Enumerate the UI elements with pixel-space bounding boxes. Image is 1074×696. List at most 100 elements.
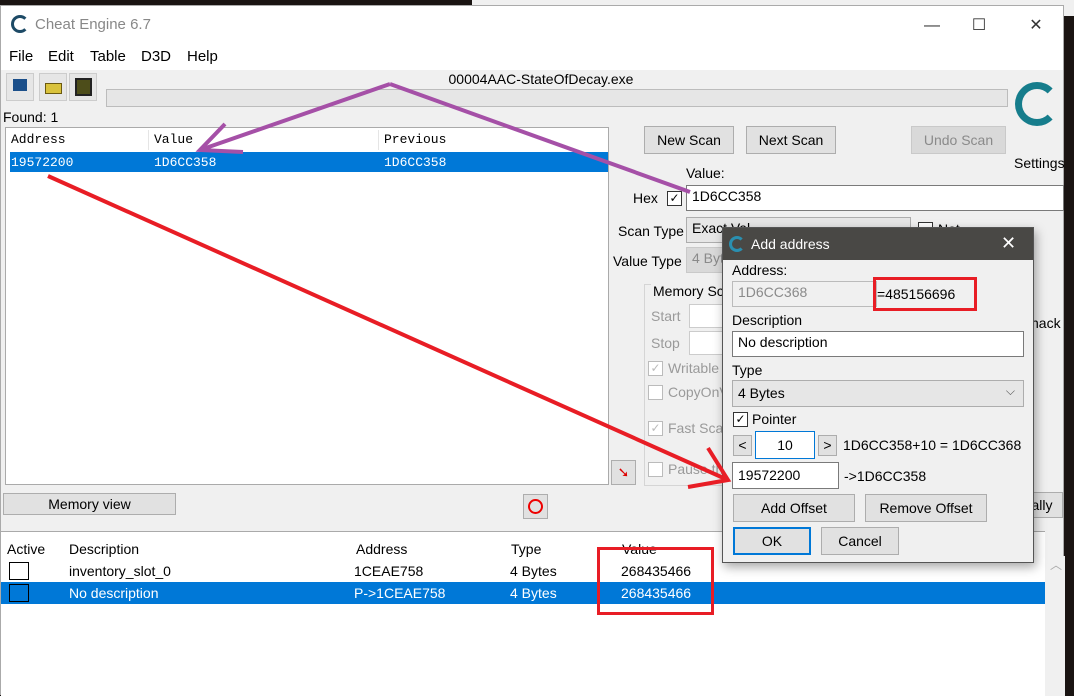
speedhack-label: hack [1031,315,1061,331]
value-label: Value: [686,165,725,181]
add-offset-button[interactable]: Add Offset [733,494,855,522]
process-name: 00004AAC-StateOfDecay.exe [448,71,634,87]
cheat-engine-logo-icon [11,15,29,33]
row-address: 1CEAE758 [354,563,424,579]
cheat-engine-gear-icon [1015,82,1059,126]
start-label: Start [651,308,681,324]
menu-edit[interactable]: Edit [48,48,74,65]
new-scan-button[interactable]: New Scan [644,126,734,154]
copyonwrite-checkbox[interactable] [648,385,663,400]
value-type-label: Value Type [613,253,682,269]
pause-label: Pause th [668,461,724,477]
dialog-close-icon[interactable]: ✕ [1001,233,1016,254]
title-bar: Cheat Engine 6.7 — ☐ ✕ [1,6,1063,44]
address-decimal-highlight [873,277,977,311]
column-divider [148,130,149,150]
row-description: inventory_slot_0 [69,563,171,579]
result-address: 19572200 [11,155,74,170]
address-label: Address: [732,262,788,278]
offset-input[interactable]: 10 [755,431,815,459]
dialog-title-bar: Add address ✕ [723,228,1033,260]
address-list-scrollbar[interactable]: ︿ [1045,556,1065,696]
base-address-input[interactable]: 19572200 [732,462,839,489]
ok-button[interactable]: OK [733,527,811,555]
chevron-down-icon: ⌵ [1005,384,1015,398]
column-header-previous[interactable]: Previous [384,132,446,147]
undo-scan-button[interactable]: Undo Scan [911,126,1006,154]
column-header-value[interactable]: Value [154,132,193,147]
type-select-value: 4 Bytes [738,385,785,401]
menu-d3d[interactable]: D3D [141,48,171,65]
stop-label: Stop [651,335,680,351]
memory-scan-label: Memory Sc [651,283,726,299]
pointer-label: Pointer [752,411,797,427]
row-type: 4 Bytes [510,585,557,601]
found-count: Found: 1 [3,109,59,125]
result-value: 1D6CC358 [154,155,217,170]
row-type: 4 Bytes [510,563,557,579]
writable-label: Writable [668,360,720,376]
copyonwrite-label: CopyOnV [668,384,729,400]
active-checkbox[interactable] [9,562,29,580]
window-title: Cheat Engine 6.7 [35,16,151,33]
open-file-icon [45,83,62,94]
open-file-button[interactable] [39,73,67,101]
column-header-type[interactable]: Type [511,541,541,557]
save-icon [75,78,92,96]
type-label: Type [732,362,763,378]
cancel-button[interactable]: Cancel [821,527,899,555]
menu-help[interactable]: Help [187,48,218,65]
base-address-resolves: ->1D6CC358 [844,468,927,484]
menu-file[interactable]: File [9,48,33,65]
column-header-active[interactable]: Active [7,541,45,557]
settings-logo-button[interactable] [1013,78,1061,130]
hex-label: Hex [633,190,658,206]
next-scan-button[interactable]: Next Scan [746,126,836,154]
maximize-button[interactable]: ☐ [956,11,1002,41]
offset-prev-button[interactable]: < [733,435,752,456]
hex-checkbox[interactable]: ✓ [667,191,682,206]
result-previous: 1D6CC358 [384,155,447,170]
address-input[interactable]: 1D6CC368 [732,281,877,307]
close-button[interactable]: ✕ [1013,11,1059,41]
minimize-button[interactable]: — [909,11,955,41]
remove-offset-button[interactable]: Remove Offset [865,494,987,522]
type-select[interactable]: 4 Bytes ⌵ [732,380,1024,407]
dialog-title: Add address [751,236,830,252]
save-button[interactable] [69,73,97,101]
clear-list-button[interactable] [523,494,548,519]
value-input[interactable]: 1D6CC358 [686,185,1064,211]
column-header-address[interactable]: Address [11,132,66,147]
column-header-address[interactable]: Address [356,541,407,557]
memory-view-button[interactable]: Memory view [3,493,176,515]
menu-bar: File Edit Table D3D Help [1,44,1063,70]
row-description: No description [69,585,159,601]
row-address: P->1CEAE758 [354,585,446,601]
writable-checkbox[interactable]: ✓ [648,361,663,376]
column-header-description[interactable]: Description [69,541,139,557]
settings-label[interactable]: Settings [1014,155,1065,171]
address-row[interactable]: inventory_slot_0 1CEAE758 4 Bytes 268435… [1,560,1045,582]
cheat-engine-logo-icon [729,236,745,252]
select-process-button[interactable] [6,73,34,101]
description-label: Description [732,312,803,328]
offset-next-button[interactable]: > [818,435,837,456]
value-column-highlight [597,547,714,615]
pointer-checkbox[interactable]: ✓ [733,412,748,427]
scan-progress-bar [106,89,1008,107]
result-row[interactable]: 19572200 1D6CC358 1D6CC358 [10,152,608,172]
scan-type-label: Scan Type [618,223,684,239]
scroll-up-icon[interactable]: ︿ [1050,556,1062,573]
no-entry-icon [528,499,543,514]
pause-checkbox[interactable] [648,462,663,477]
offset-calculation: 1D6CC358+10 = 1D6CC368 [843,437,1022,453]
scan-results-list[interactable]: Address Value Previous 19572200 1D6CC358… [5,127,609,485]
address-row[interactable]: No description P->1CEAE758 4 Bytes 26843… [1,582,1045,604]
description-input[interactable]: No description [732,331,1024,357]
menu-table[interactable]: Table [90,48,126,65]
column-divider [378,130,379,150]
add-selected-to-list-button[interactable]: ➘ [611,460,636,485]
fast-scan-checkbox[interactable]: ✓ [648,421,663,436]
select-process-icon [13,79,27,91]
active-checkbox[interactable] [9,584,29,602]
